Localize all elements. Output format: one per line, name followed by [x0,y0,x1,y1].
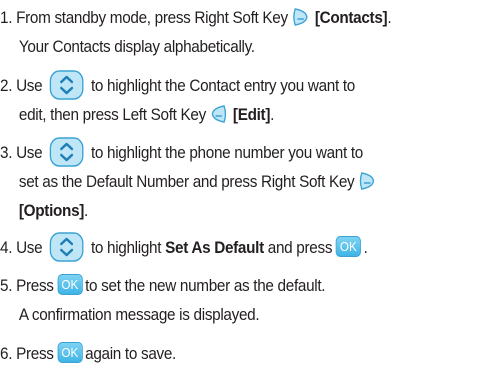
navigation-key-icon [49,231,84,262]
step-key-label: [Edit] [232,105,271,124]
step-5-line-1: 5. Press OK to set the new number as the d… [0,271,430,300]
step-3-line-3: [Options]. [0,196,430,225]
right-soft-key-icon [358,171,376,191]
step-key-label: [Contacts] [314,8,388,27]
step-number: 3. [0,143,13,162]
step-number: 5. [0,276,13,295]
step-2-line-2: edit, then press Left Soft Key [Edit]. [0,100,430,129]
step-text: to highlight the phone number you want t… [90,143,363,162]
step-text: Use [16,76,43,95]
right-soft-key-icon [291,7,309,27]
navigation-key-icon [49,69,84,100]
step-text: Press [16,276,54,295]
step-number: 6. [0,344,13,363]
step-text: Use [16,238,43,257]
step-2: 2. Use to highlight the Contact entry you… [0,69,430,129]
step-1-line-2: Your Contacts display alphabetically. [18,37,255,56]
step-4-line-1: 4. Use to highlight Set As Default and pr… [0,231,430,262]
step-number: 1. [0,8,13,27]
step-4: 4. Use to highlight Set As Default and pr… [0,231,430,262]
step-5: 5. Press OK to set the new number as the d… [0,271,430,329]
step-6-line-1: 6. Press OK again to save. [0,339,430,368]
step-text: From standby mode, press Right Soft Key [16,8,288,27]
step-5-line-2: A confirmation message is displayed. [18,305,260,324]
step-3-line-1: 3. Use to highlight the phone number you … [0,136,430,167]
step-3: 3. Use to highlight the phone number you … [0,136,430,225]
step-text-end: . [363,238,368,257]
step-number: 2. [0,76,13,95]
ok-key-icon: OK [57,342,83,364]
step-text: set as the Default Number and press Righ… [18,172,355,191]
step-text-end: . [84,201,88,220]
step-key-label: [Options] [18,201,85,220]
ok-key-icon: OK [57,274,83,296]
step-3-line-2: set as the Default Number and press Righ… [0,167,430,196]
navigation-key-icon [49,136,84,167]
step-text: again to save. [85,344,176,363]
step-text: to highlight the Contact entry you want … [90,76,355,95]
step-number: 4. [0,238,13,257]
ok-key-icon: OK [335,236,361,258]
step-text: Use [16,143,43,162]
step-1: 1. From standby mode, press Right Soft K… [0,3,430,61]
step-text: and press [267,238,333,257]
step-option-label: Set As Default [165,238,264,257]
step-text-end: . [387,8,392,27]
step-text-end: . [270,105,275,124]
step-1-line-1: 1. From standby mode, press Right Soft K… [0,3,430,32]
step-2-line-1: 2. Use to highlight the Contact entry you… [0,69,430,100]
step-6: 6. Press OK again to save. [0,339,430,368]
step-text: Press [16,344,54,363]
step-text: to highlight [90,238,162,257]
step-text: edit, then press Left Soft Key [18,105,206,124]
left-soft-key-icon [210,104,228,124]
step-text: to set the new number as the default. [85,276,326,295]
instruction-page: 1. From standby mode, press Right Soft K… [0,0,478,385]
